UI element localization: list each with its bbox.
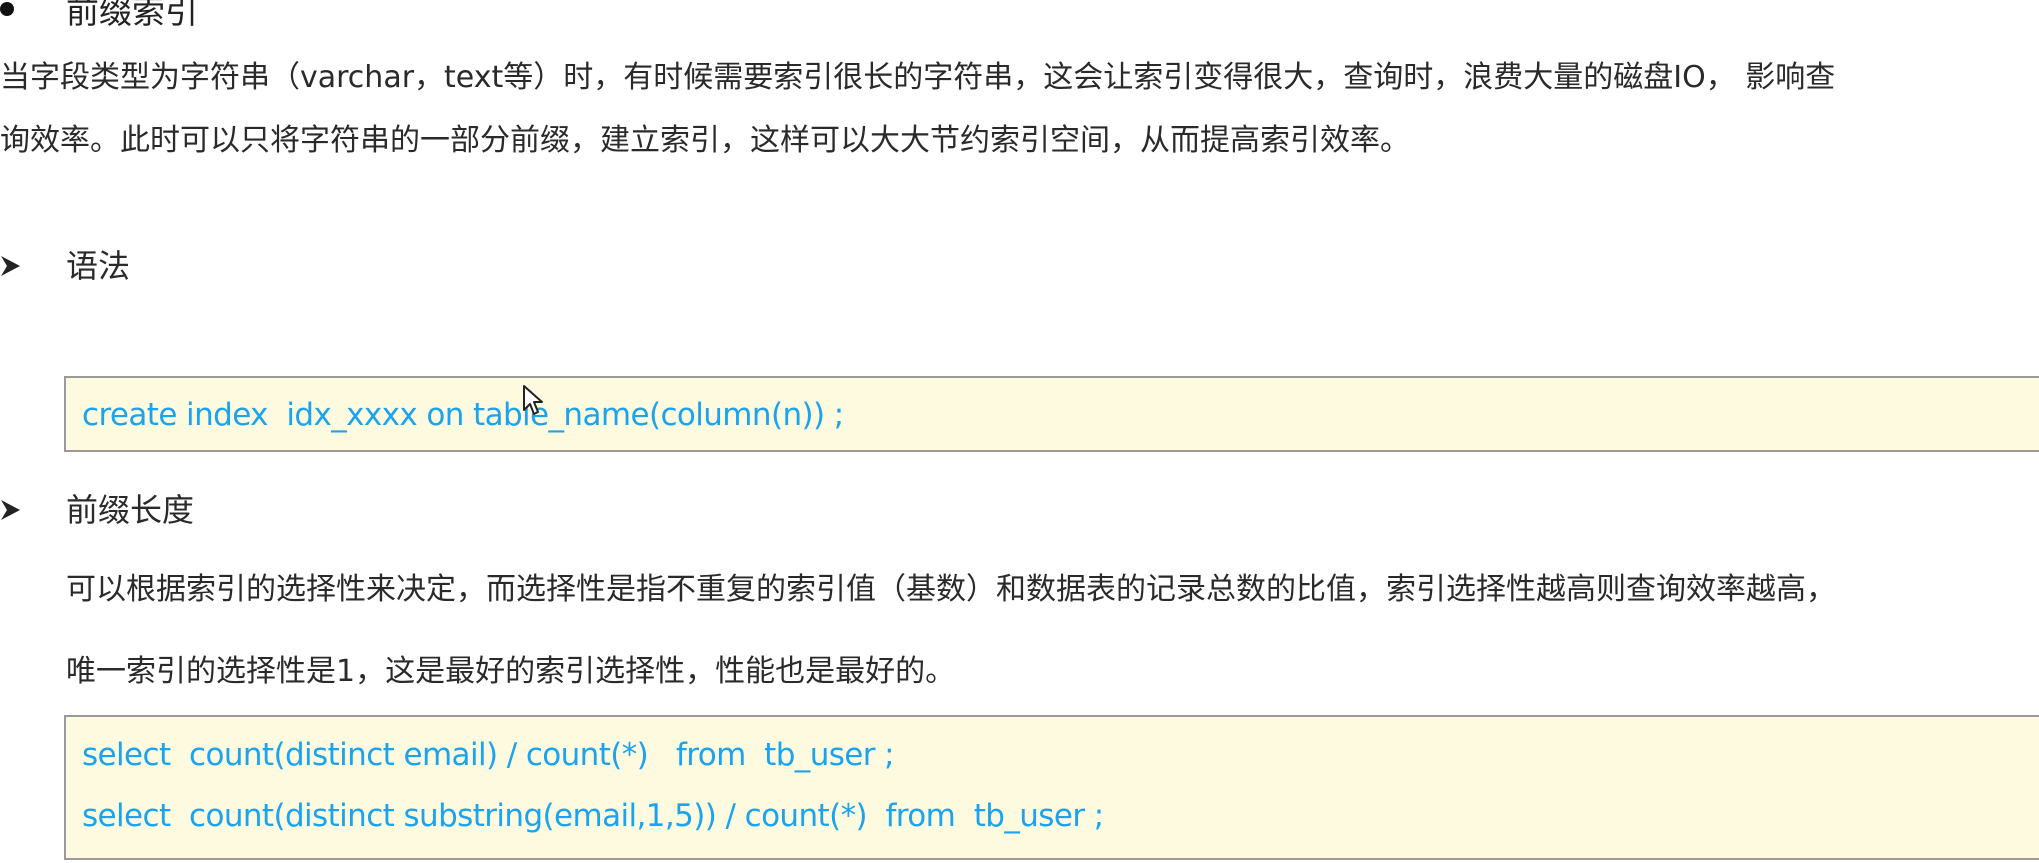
prefix-length-code-block: select count(distinct email) / count(*) … (64, 715, 2039, 860)
arrowhead-icon (1, 256, 20, 276)
bullet-dot-icon (0, 2, 14, 16)
prefix-length-heading: 前缀长度 (66, 491, 195, 529)
intro-paragraph-line-2: 询效率。此时可以只将字符串的一部分前缀，建立索引，这样可以大大节约索引空间，从而… (0, 123, 1410, 158)
arrowhead-icon (1, 500, 20, 520)
mouse-cursor-icon (523, 385, 543, 415)
prefix-length-desc-line-2: 唯一索引的选择性是1，这是最好的索引选择性，性能也是最好的。 (66, 654, 956, 689)
prefix-length-desc-line-1: 可以根据索引的选择性来决定，而选择性是指不重复的索引值（基数）和数据表的记录总数… (66, 572, 1836, 607)
syntax-heading: 语法 (66, 247, 131, 285)
intro-paragraph-line-1: 当字段类型为字符串（varchar，text等）时，有时候需要索引很长的字符串，… (0, 60, 1836, 95)
syntax-code-line: create index idx_xxxx on table_name(colu… (82, 397, 844, 433)
prefix-length-code-line-1: select count(distinct email) / count(*) … (82, 737, 895, 773)
prefix-length-code-line-2: select count(distinct substring(email,1,… (82, 798, 1104, 834)
syntax-code-block: create index idx_xxxx on table_name(colu… (64, 376, 2039, 452)
section-title: 前缀索引 (66, 0, 198, 31)
